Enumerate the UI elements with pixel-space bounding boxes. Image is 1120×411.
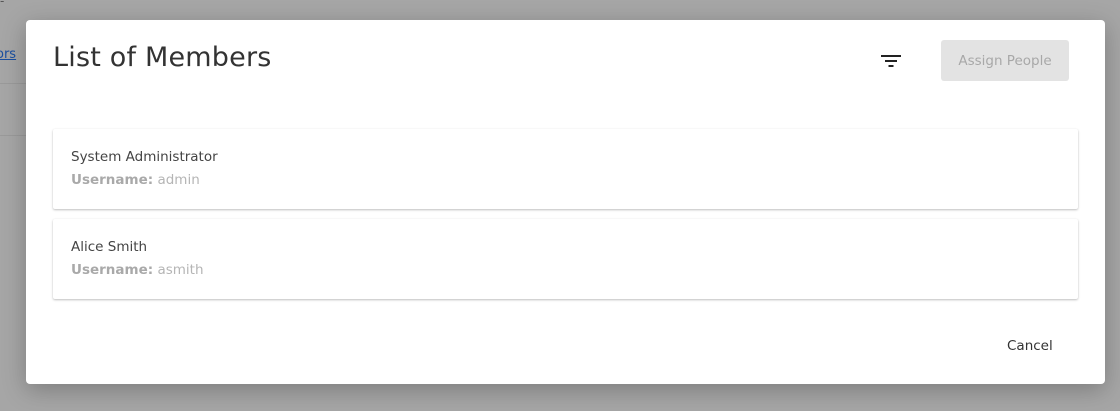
background-divider (0, 83, 26, 84)
member-name: Alice Smith (71, 239, 148, 255)
members-dialog: List of Members Assign People System Adm… (26, 20, 1105, 384)
member-username: Username: asmith (71, 262, 204, 278)
username-value: admin (157, 172, 200, 188)
username-label: Username: (71, 172, 154, 188)
dialog-title: List of Members (53, 42, 272, 73)
member-list-item[interactable]: Alice Smith Username: asmith (53, 219, 1078, 299)
cancel-button[interactable]: Cancel (1001, 332, 1059, 360)
background-dash: - (0, 0, 5, 8)
member-username: Username: admin (71, 172, 200, 188)
filter-icon (881, 55, 901, 67)
assign-people-button[interactable]: Assign People (941, 40, 1069, 81)
username-label: Username: (71, 262, 154, 278)
background-link[interactable]: ors (0, 47, 16, 62)
member-list-item[interactable]: System Administrator Username: admin (53, 129, 1078, 209)
background-divider (0, 135, 26, 136)
filter-button[interactable] (877, 48, 905, 74)
username-value: asmith (157, 262, 204, 278)
member-name: System Administrator (71, 149, 218, 165)
